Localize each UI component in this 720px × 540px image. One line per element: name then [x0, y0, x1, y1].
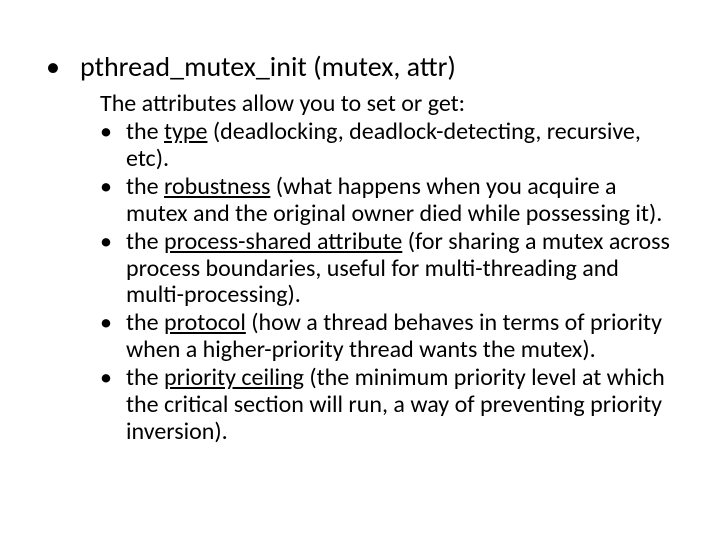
item-text: the priority ceiling (the minimum priori… [126, 365, 680, 446]
item-label: process-shared attribute [164, 227, 402, 256]
item-label: robustness [164, 172, 270, 201]
list-item: • the robustness (what happens when you … [100, 174, 680, 228]
item-text: the process-shared attribute (for sharin… [126, 229, 680, 310]
item-label: protocol [164, 308, 246, 337]
item-label: priority ceiling [164, 363, 304, 392]
list-item: • the protocol (how a thread behaves in … [100, 310, 680, 364]
item-label: type [164, 117, 207, 146]
item-pre: the [126, 308, 164, 337]
main-bullet: • pthread_mutex_init (mutex, attr) [40, 50, 680, 84]
list-item: • the type (deadlocking, deadlock-detect… [100, 119, 680, 173]
intro-text: The attributes allow you to set or get: [100, 90, 680, 118]
item-text: the robustness (what happens when you ac… [126, 174, 680, 228]
bullet-glyph: • [100, 365, 126, 446]
bullet-glyph: • [100, 229, 126, 310]
bullet-glyph: • [100, 119, 126, 173]
bullet-glyph: • [40, 50, 80, 84]
item-pre: the [126, 117, 164, 146]
item-pre: the [126, 363, 164, 392]
item-text: the protocol (how a thread behaves in te… [126, 310, 680, 364]
slide-content: • pthread_mutex_init (mutex, attr) The a… [0, 0, 720, 540]
list-item: • the priority ceiling (the minimum prio… [100, 365, 680, 446]
item-text: the type (deadlocking, deadlock-detectin… [126, 119, 680, 173]
bullet-glyph: • [100, 174, 126, 228]
attribute-list: • the type (deadlocking, deadlock-detect… [100, 119, 680, 446]
item-pre: the [126, 172, 164, 201]
bullet-glyph: • [100, 310, 126, 364]
item-pre: the [126, 227, 164, 256]
list-item: • the process-shared attribute (for shar… [100, 229, 680, 310]
main-title: pthread_mutex_init (mutex, attr) [80, 50, 456, 84]
